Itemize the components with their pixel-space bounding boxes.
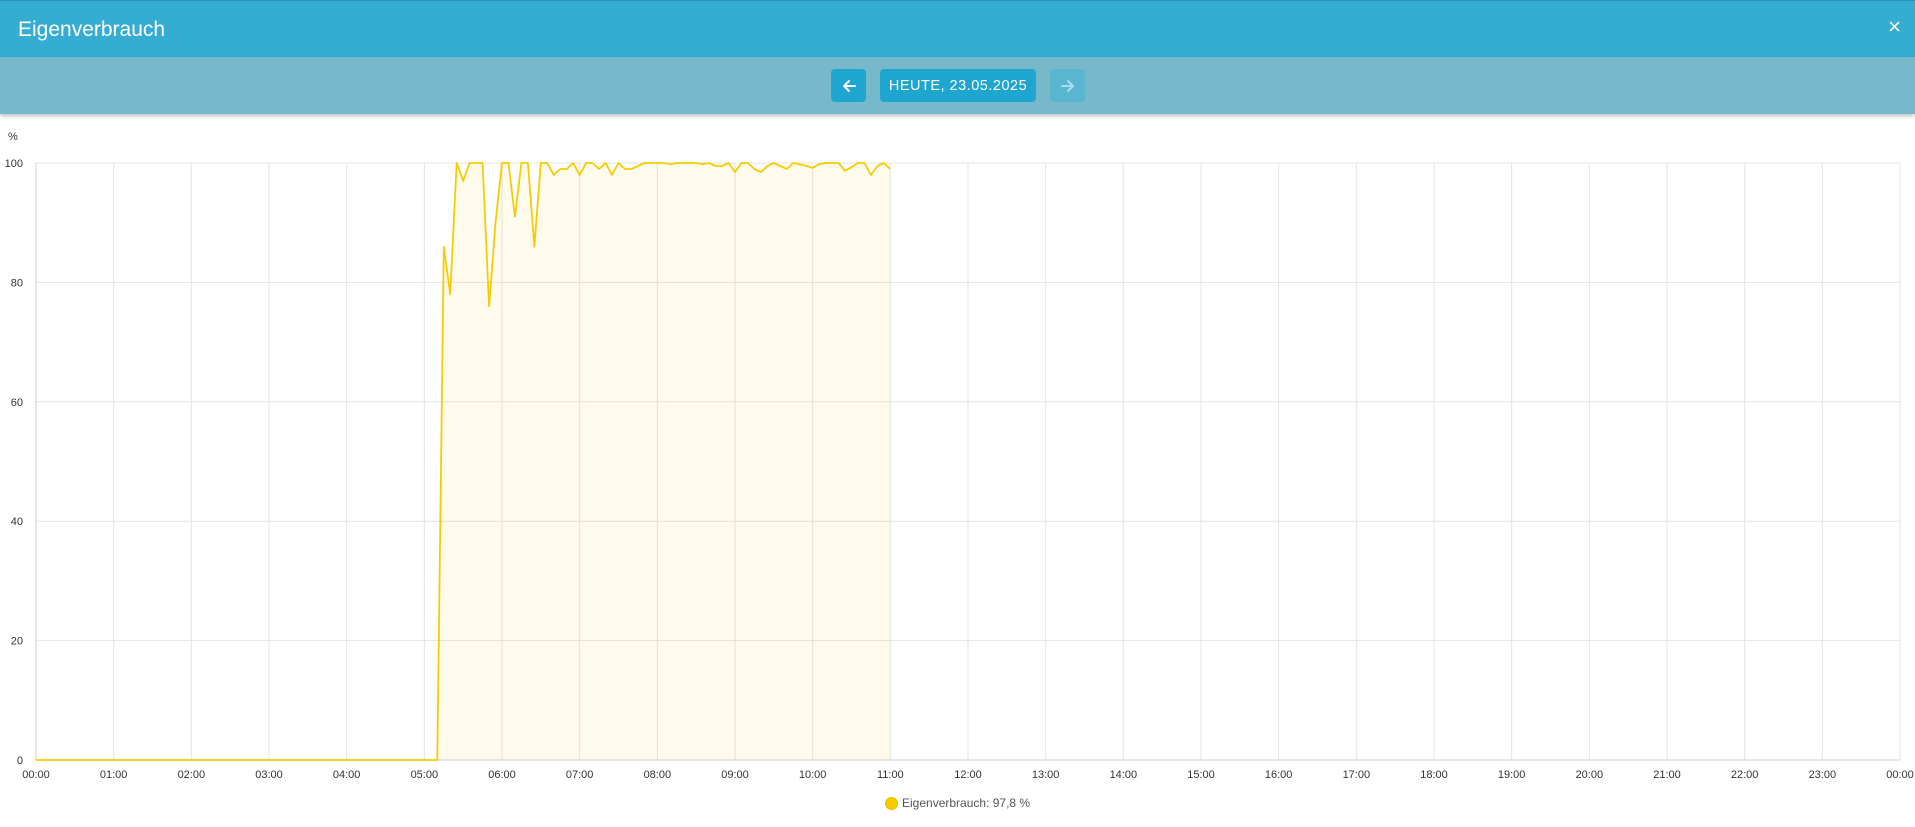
next-day-button[interactable] (1050, 69, 1085, 102)
x-tick-label: 06:00 (488, 769, 516, 781)
self-consumption-chart: 0 20 40 60 80 100 00:00 01:00 02:00 03:00 04:00 05:… (5, 131, 1914, 781)
x-tick-label: 11:00 (877, 769, 904, 781)
y-tick-label: 80 (11, 277, 23, 289)
previous-day-button[interactable] (831, 69, 866, 102)
x-tick-label: 10:00 (799, 769, 827, 781)
x-tick-label: 09:00 (721, 769, 749, 781)
x-tick-label: 16:00 (1265, 769, 1293, 781)
y-tick-label: 40 (11, 516, 23, 528)
arrow-left-icon (842, 79, 856, 92)
x-tick-label: 05:00 (411, 769, 439, 781)
chart-legend[interactable]: Eigenverbrauch: 97,8 % (885, 796, 1030, 810)
legend-color-dot (885, 796, 898, 810)
x-tick-label: 22:00 (1731, 769, 1759, 781)
x-tick-label: 21:00 (1653, 769, 1681, 781)
arrow-right-icon (1060, 79, 1074, 92)
x-tick-label: 23:00 (1809, 769, 1837, 781)
y-tick-label: 100 (5, 158, 23, 170)
x-tick-label: 01:00 (100, 769, 128, 781)
x-tick-label: 19:00 (1498, 769, 1526, 781)
x-tick-label: 18:00 (1420, 769, 1448, 781)
y-tick-label: 20 (11, 636, 23, 648)
x-tick-label: 00:00 (1886, 769, 1914, 781)
x-tick-label: 15:00 (1187, 769, 1215, 781)
x-tick-label: 13:00 (1032, 769, 1060, 781)
dialog-header: Eigenverbrauch × (0, 0, 1915, 57)
x-tick-label: 17:00 (1343, 769, 1371, 781)
y-tick-label: 0 (17, 755, 23, 767)
date-navigation-bar: HEUTE, 23.05.2025 (0, 57, 1915, 114)
x-tick-label: 04:00 (333, 769, 361, 781)
x-tick-label: 08:00 (644, 769, 672, 781)
x-tick-label: 02:00 (178, 769, 206, 781)
series-area (437, 163, 891, 760)
x-tick-label: 14:00 (1110, 769, 1138, 781)
y-tick-label: 60 (11, 397, 23, 409)
legend-label: Eigenverbrauch: 97,8 % (902, 796, 1031, 810)
x-tick-label: 07:00 (566, 769, 594, 781)
dialog-title: Eigenverbrauch (18, 18, 166, 41)
x-tick-label: 20:00 (1576, 769, 1604, 781)
x-tick-label: 00:00 (22, 769, 50, 781)
x-tick-label: 03:00 (255, 769, 283, 781)
y-axis-label: % (8, 131, 18, 143)
x-tick-label: 12:00 (954, 769, 982, 781)
date-picker-button[interactable]: HEUTE, 23.05.2025 (880, 69, 1036, 102)
close-icon[interactable]: × (1888, 16, 1901, 38)
